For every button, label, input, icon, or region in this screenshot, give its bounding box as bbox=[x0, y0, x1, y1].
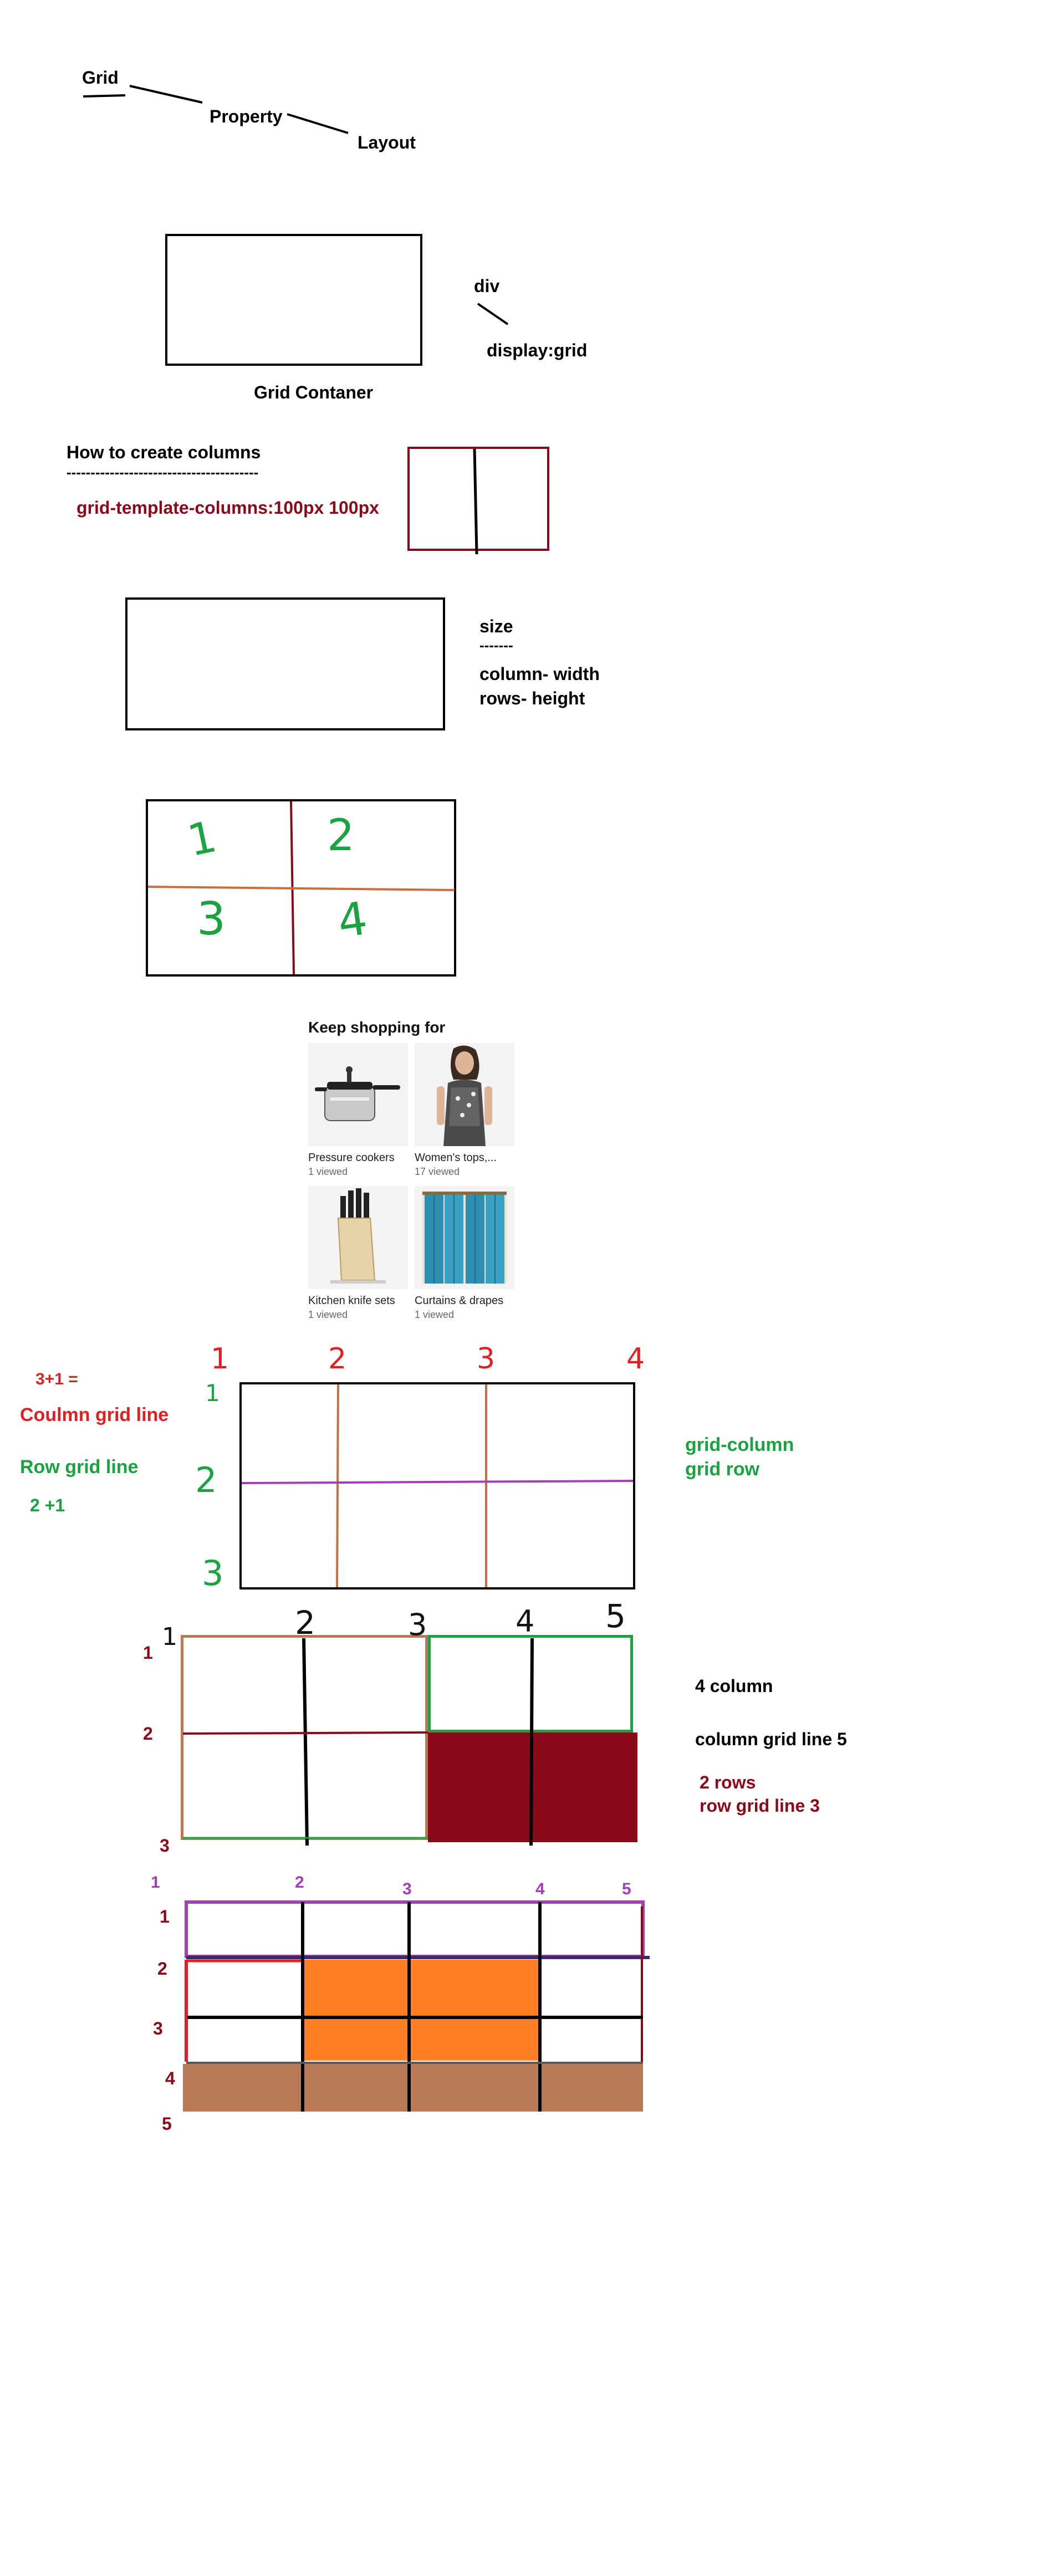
area-row-number-3: 3 bbox=[153, 2018, 163, 2038]
area-row-number-1: 1 bbox=[160, 1907, 170, 1926]
area-col-number-5: 5 bbox=[622, 1880, 631, 1898]
area-col-number-1: 1 bbox=[151, 1873, 160, 1892]
area-row-number-5: 5 bbox=[162, 2114, 172, 2134]
area-col-number-3: 3 bbox=[402, 1880, 412, 1898]
area-col-number-4: 4 bbox=[535, 1880, 545, 1898]
area-grid-lines bbox=[185, 1900, 650, 2112]
area-row-number-4: 4 bbox=[165, 2068, 175, 2088]
area-col-number-2: 2 bbox=[295, 1873, 304, 1892]
area-row-number-2: 2 bbox=[157, 1959, 167, 1979]
